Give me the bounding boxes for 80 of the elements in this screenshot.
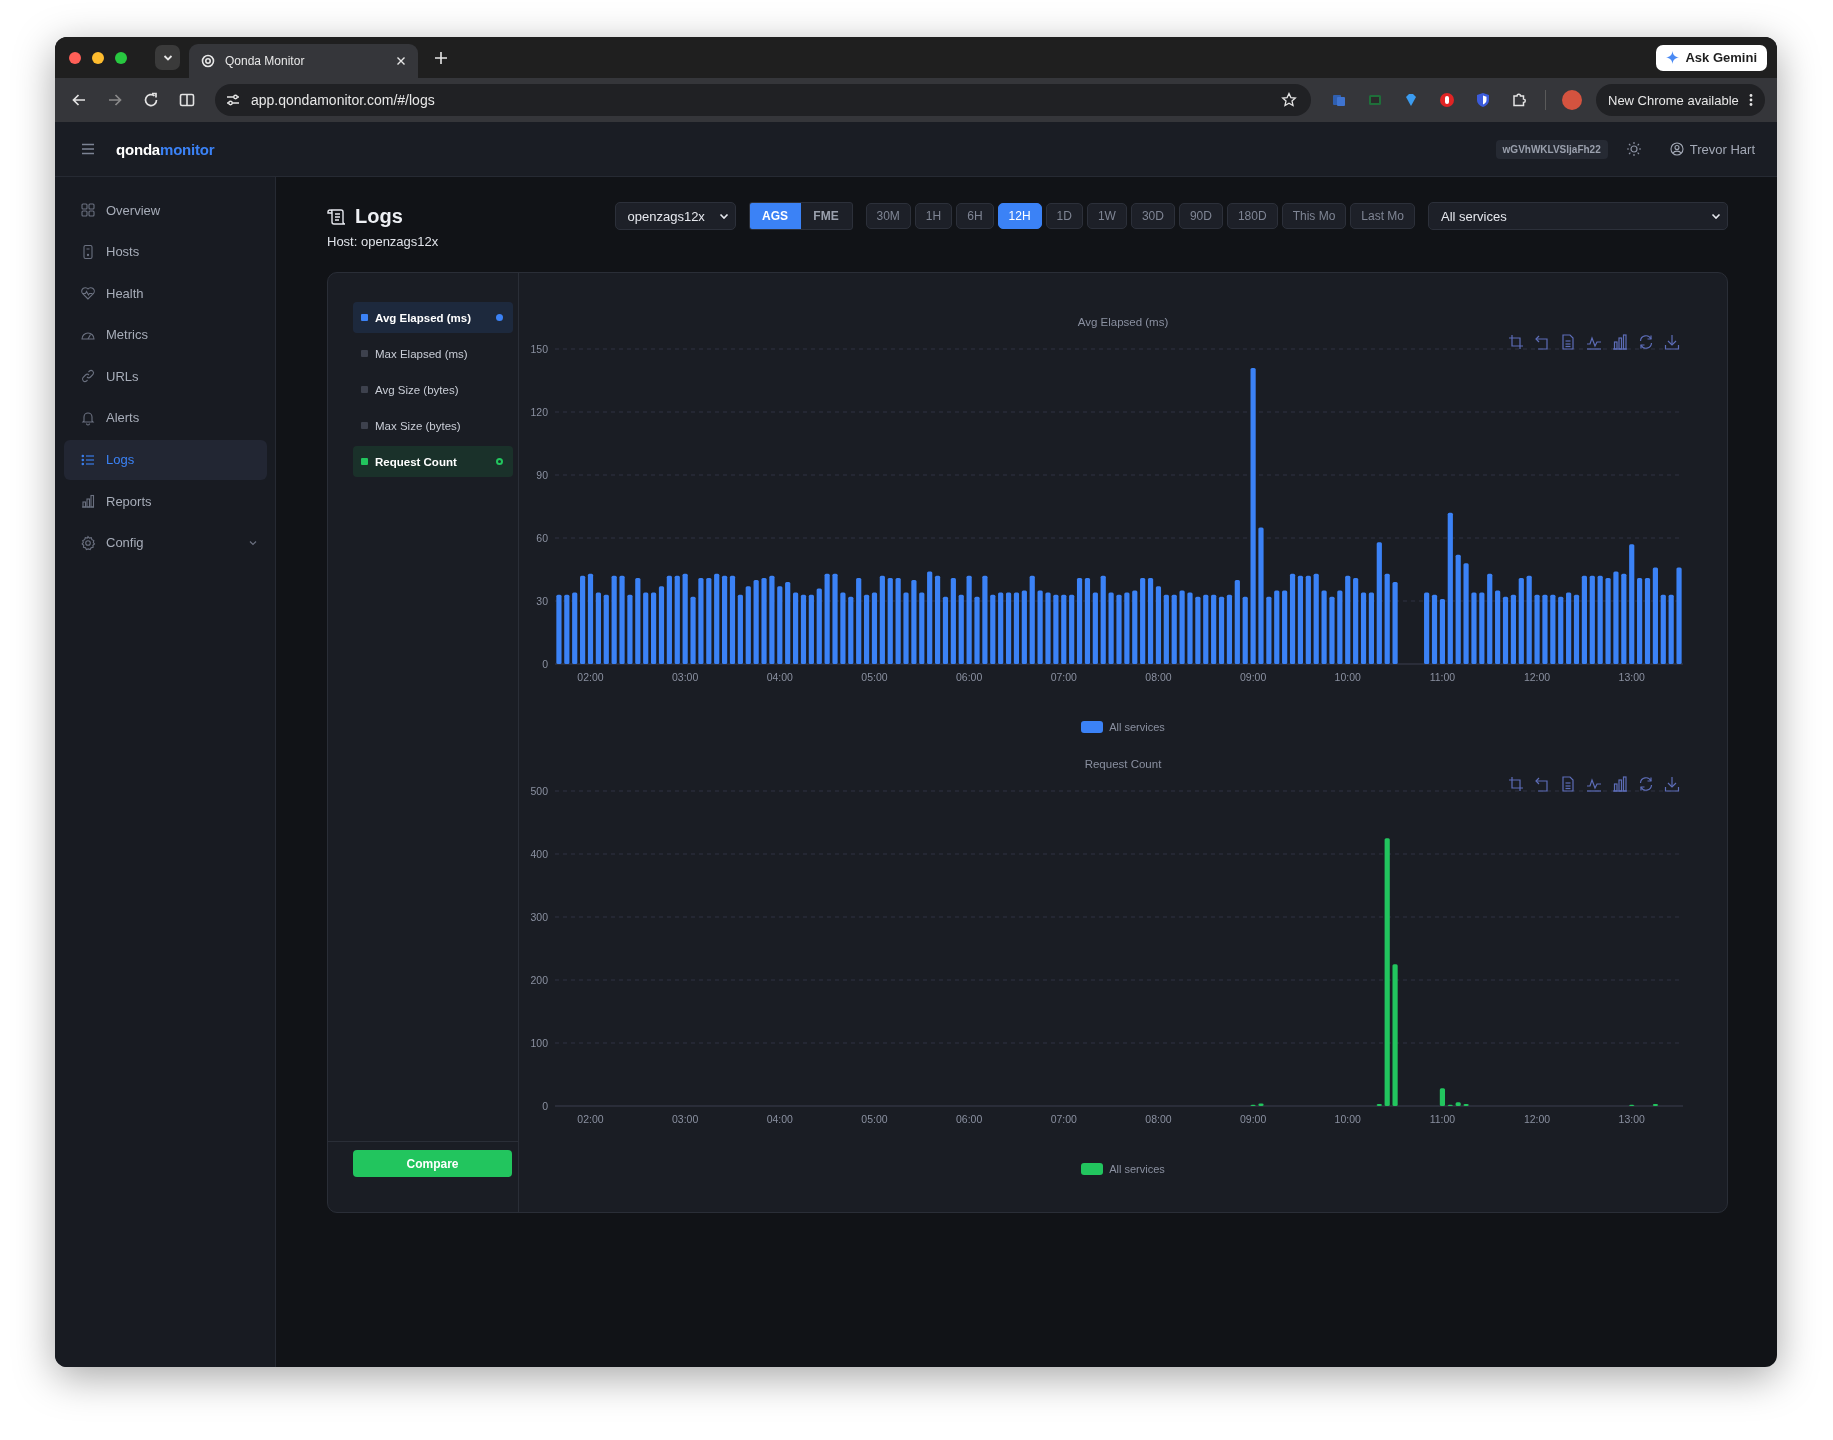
service-select[interactable]: All services xyxy=(1428,202,1728,230)
y-axis-label: 120 xyxy=(530,406,548,418)
x-axis-label: 04:00 xyxy=(766,1113,793,1125)
x-axis-label: 07:00 xyxy=(1050,671,1077,683)
time-range-button[interactable]: 30M xyxy=(865,203,911,229)
sidebar-item[interactable]: Config xyxy=(64,522,267,563)
time-range-button[interactable]: This Mo xyxy=(1281,203,1347,229)
x-axis-label: 04:00 xyxy=(766,671,793,683)
mode-tab[interactable]: AGS xyxy=(749,203,801,229)
sidebar-item[interactable]: Health xyxy=(64,273,267,314)
time-range-button[interactable]: Last Mo xyxy=(1350,203,1415,229)
sidebar-item[interactable]: Alerts xyxy=(64,397,267,438)
x-axis-label: 06:00 xyxy=(956,671,983,683)
sidebar-item[interactable]: URLs xyxy=(64,356,267,397)
time-range-button[interactable]: 6H xyxy=(956,203,994,229)
mode-tab[interactable]: FME xyxy=(800,203,852,229)
time-range-button[interactable]: 1H xyxy=(914,203,953,229)
x-axis-label: 03:00 xyxy=(672,671,699,683)
y-axis-label: 60 xyxy=(536,532,548,544)
logo[interactable]: qondamonitor xyxy=(116,140,215,158)
time-range-button[interactable]: 1W xyxy=(1086,203,1127,229)
y-axis-label: 90 xyxy=(536,469,548,481)
x-axis-label: 13:00 xyxy=(1618,671,1645,683)
y-axis-label: 500 xyxy=(530,785,548,797)
time-range-button[interactable]: 30D xyxy=(1130,203,1175,229)
chart-title: Request Count xyxy=(1083,757,1163,772)
x-axis-label: 05:00 xyxy=(861,1113,888,1125)
x-axis-label: 08:00 xyxy=(1145,671,1172,683)
time-range-button[interactable]: 180D xyxy=(1226,203,1278,229)
host-label: Host: openzags12x xyxy=(327,234,439,249)
x-axis-label: 12:00 xyxy=(1523,671,1551,683)
x-axis-label: 12:00 xyxy=(1523,1113,1551,1125)
x-axis-label: 09:00 xyxy=(1239,1113,1267,1125)
metric-item[interactable]: Request Count xyxy=(353,446,513,477)
page-title: Logs xyxy=(355,205,403,228)
sidebar-item[interactable]: Hosts xyxy=(64,231,267,272)
x-axis-label: 11:00 xyxy=(1429,671,1456,683)
sidebar-item[interactable]: Reports xyxy=(64,481,267,522)
x-axis-label: 02:00 xyxy=(577,671,604,683)
sidebar-item[interactable]: Metrics xyxy=(64,314,267,355)
chart-title: Avg Elapsed (ms) xyxy=(1076,315,1170,330)
y-axis-label: 100 xyxy=(530,1037,548,1049)
y-axis-label: 400 xyxy=(530,848,548,860)
token-badge: wGVhWKLVSIjaFh22 xyxy=(1495,139,1608,159)
sidebar-item[interactable]: Logs xyxy=(64,439,267,480)
x-axis-label: 02:00 xyxy=(577,1113,604,1125)
user-menu[interactable]: Trevor Hart xyxy=(1669,141,1755,157)
metric-item[interactable]: Avg Size (bytes) xyxy=(353,374,513,405)
y-axis-label: 30 xyxy=(536,595,548,607)
time-range-button[interactable]: 90D xyxy=(1178,203,1223,229)
ask-gemini-button[interactable]: Ask Gemini xyxy=(1656,44,1767,71)
host-select[interactable]: openzags12x xyxy=(614,202,736,230)
x-axis-label: 03:00 xyxy=(672,1113,699,1125)
url-text: app.qondamonitor.com/#/logs xyxy=(251,92,436,108)
metric-item[interactable]: Max Elapsed (ms) xyxy=(353,338,513,369)
metric-item[interactable]: Max Size (bytes) xyxy=(353,410,513,441)
tab-title: Qonda Monitor xyxy=(225,54,306,68)
y-axis-label: 0 xyxy=(542,1100,548,1112)
sidebar-item[interactable]: Overview xyxy=(64,190,267,230)
y-axis-label: 150 xyxy=(530,343,548,355)
y-axis-label: 0 xyxy=(542,658,548,670)
legend-item[interactable]: All services xyxy=(1081,719,1165,735)
x-axis-label: 11:00 xyxy=(1429,1113,1456,1125)
x-axis-label: 06:00 xyxy=(956,1113,983,1125)
x-axis-label: 09:00 xyxy=(1239,671,1267,683)
x-axis-label: 08:00 xyxy=(1145,1113,1172,1125)
y-axis-label: 300 xyxy=(530,911,548,923)
time-range-button[interactable]: 1D xyxy=(1045,203,1083,229)
x-axis-label: 10:00 xyxy=(1334,671,1361,683)
browser-tab[interactable]: Qonda Monitor xyxy=(189,44,418,78)
x-axis-label: 05:00 xyxy=(861,671,888,683)
address-bar[interactable]: app.qondamonitor.com/#/logs xyxy=(215,84,1311,116)
update-button[interactable]: New Chrome available xyxy=(1596,84,1765,116)
metric-item[interactable]: Avg Elapsed (ms) xyxy=(353,302,513,333)
legend-item[interactable]: All services xyxy=(1081,1161,1165,1177)
x-axis-label: 13:00 xyxy=(1618,1113,1645,1125)
time-range-button[interactable]: 12H xyxy=(997,203,1042,229)
x-axis-label: 07:00 xyxy=(1050,1113,1077,1125)
x-axis-label: 10:00 xyxy=(1334,1113,1361,1125)
y-axis-label: 200 xyxy=(530,974,548,986)
